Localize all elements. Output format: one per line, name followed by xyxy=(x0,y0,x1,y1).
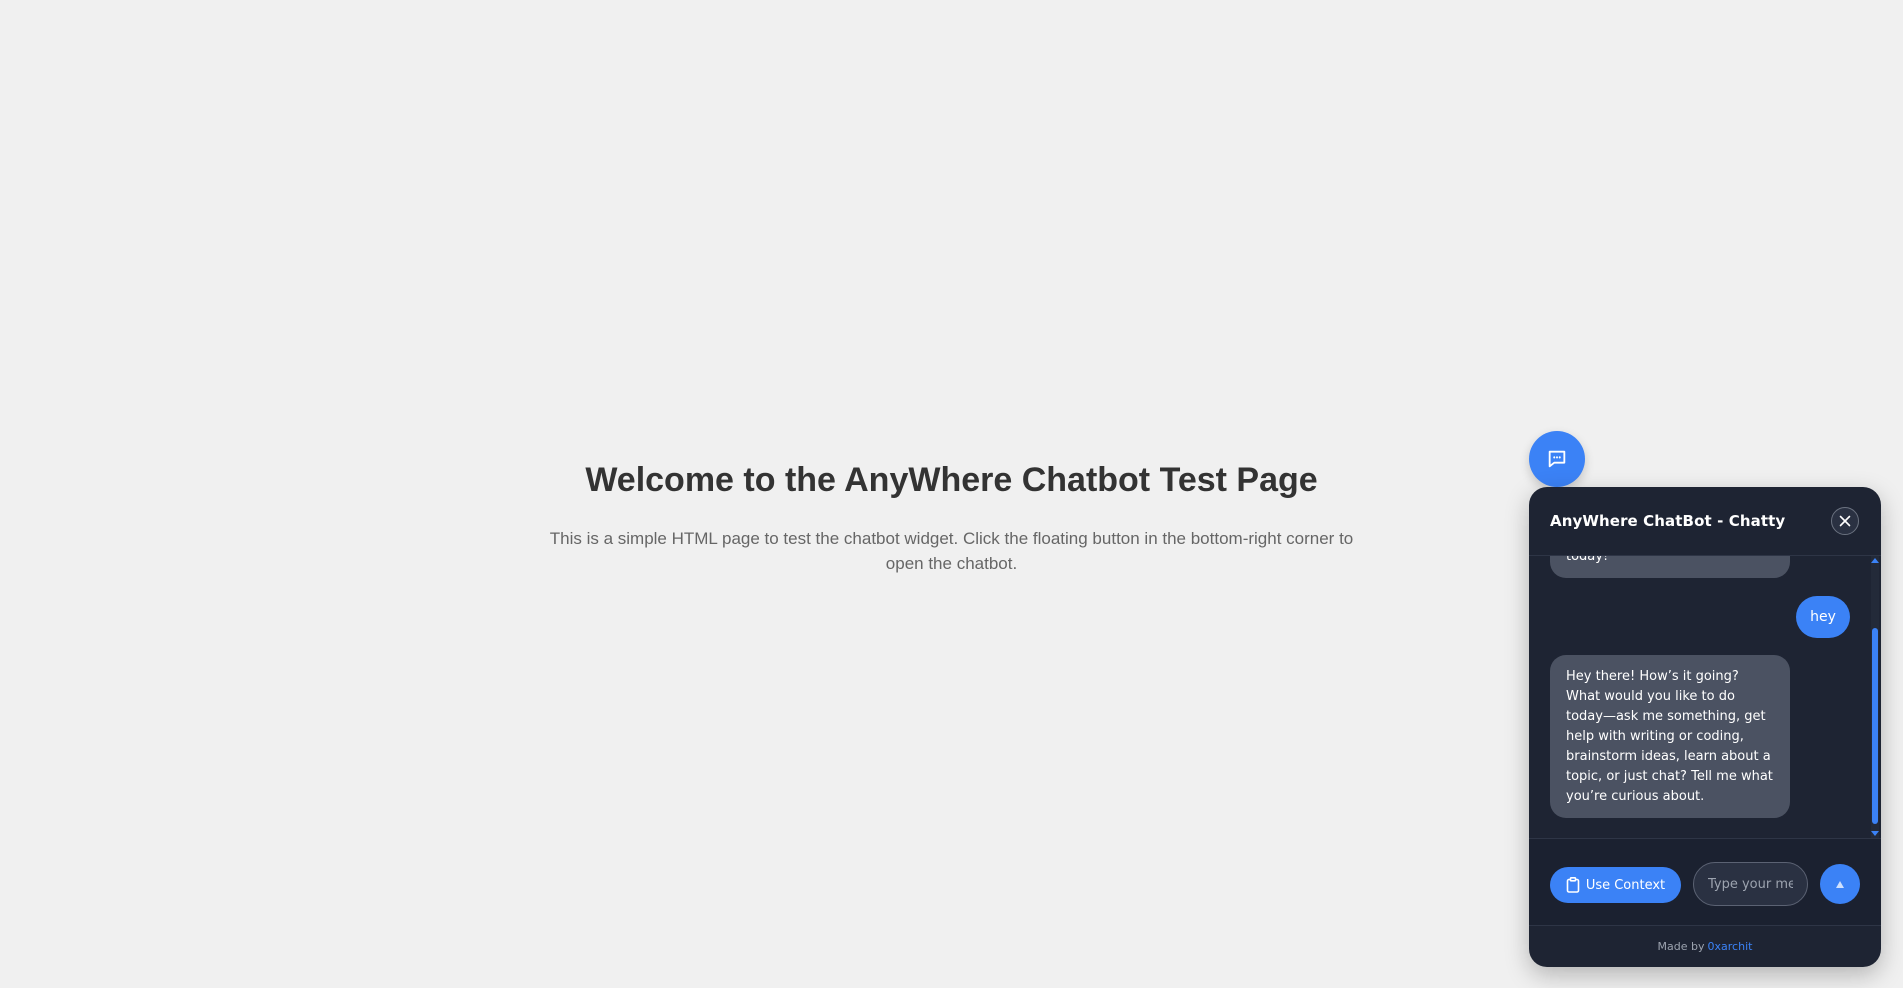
chat-bubble-icon xyxy=(1548,450,1566,468)
message-list[interactable]: today! hey Hey there! How’s it going? Wh… xyxy=(1529,556,1881,838)
chat-title: AnyWhere ChatBot - Chatty xyxy=(1550,512,1786,530)
send-button[interactable] xyxy=(1820,864,1860,904)
page-description: This is a simple HTML page to test the c… xyxy=(549,529,1354,573)
bot-message: today! xyxy=(1550,556,1790,578)
chat-header: AnyWhere ChatBot - Chatty xyxy=(1529,487,1881,556)
chat-launcher-button[interactable] xyxy=(1529,431,1585,487)
message-input[interactable] xyxy=(1693,862,1808,906)
clipboard-icon xyxy=(1566,877,1580,893)
chat-window: AnyWhere ChatBot - Chatty today! hey Hey… xyxy=(1529,487,1881,967)
scroll-down-arrow-icon[interactable] xyxy=(1871,831,1879,836)
user-message: hey xyxy=(1796,596,1850,638)
chat-footer: Made by 0xarchit xyxy=(1529,926,1881,967)
use-context-label: Use Context xyxy=(1585,877,1666,893)
user-message-text: hey xyxy=(1810,609,1836,625)
message-scrollbar[interactable] xyxy=(1871,556,1879,838)
bot-message-text: today! xyxy=(1566,556,1609,564)
bot-message: Hey there! How’s it going? What would yo… xyxy=(1550,655,1790,818)
input-bar: Use Context xyxy=(1529,838,1881,926)
bot-message-text: Hey there! How’s it going? What would yo… xyxy=(1566,669,1773,804)
scroll-thumb[interactable] xyxy=(1872,628,1878,824)
close-button[interactable] xyxy=(1831,507,1859,535)
send-arrow-icon xyxy=(1836,880,1844,888)
close-icon xyxy=(1839,515,1851,527)
author-link[interactable]: 0xarchit xyxy=(1708,940,1753,953)
use-context-button[interactable]: Use Context xyxy=(1550,867,1681,903)
scroll-up-arrow-icon[interactable] xyxy=(1871,558,1879,563)
footer-prefix: Made by xyxy=(1657,940,1705,953)
